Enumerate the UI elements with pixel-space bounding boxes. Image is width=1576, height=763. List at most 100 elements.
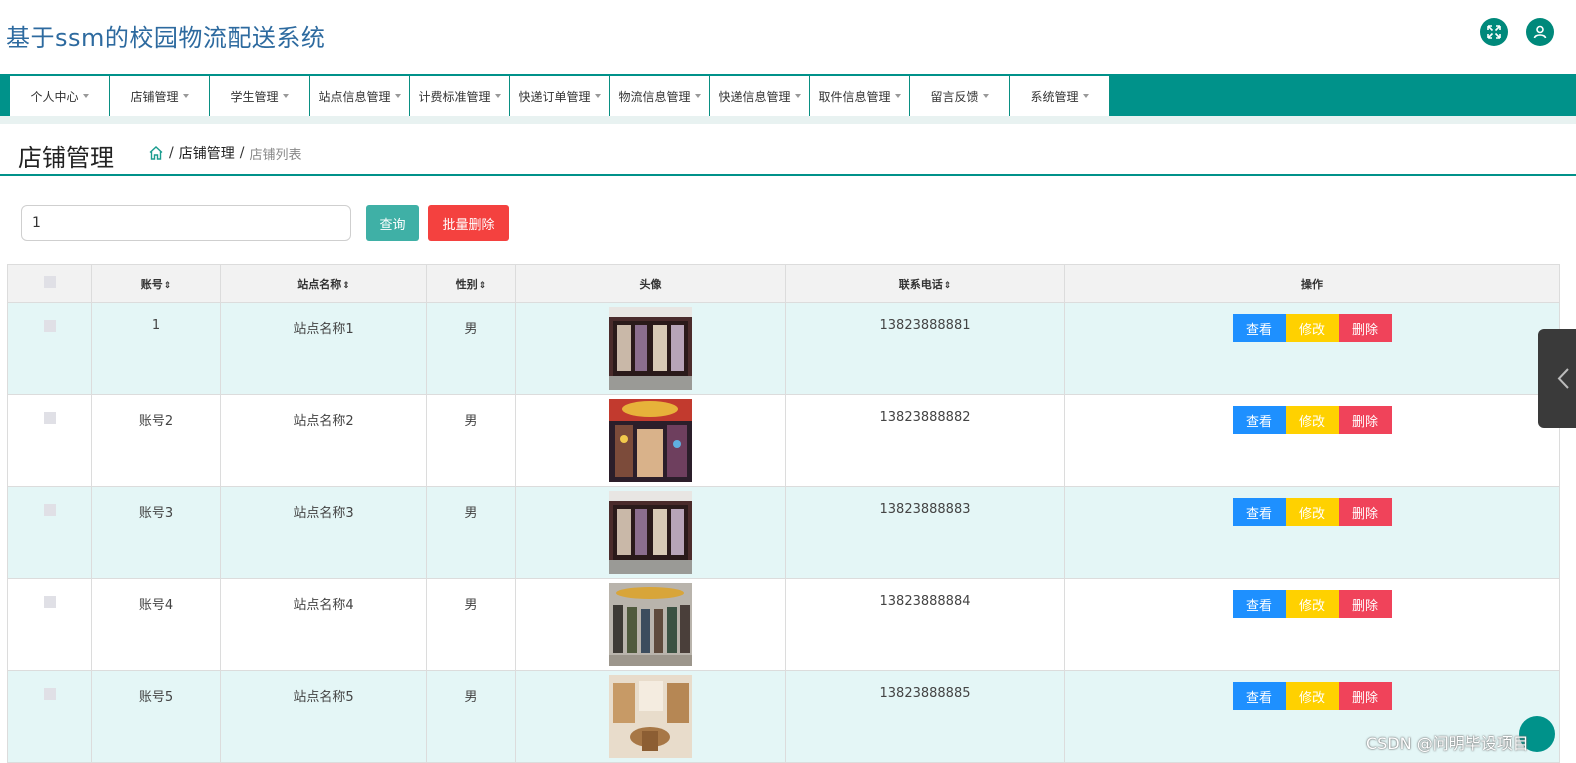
phone-cell: 13823888882 [879, 410, 971, 425]
nav-divider [0, 116, 1576, 124]
column-header-avatar: 头像 [515, 264, 786, 303]
edit-button[interactable]: 修改 [1285, 498, 1339, 526]
nav-item-personal-center[interactable]: 个人中心 [10, 76, 110, 116]
delete-button[interactable]: 删除 [1338, 498, 1392, 526]
row-actions: 查看 修改 删除 [1232, 406, 1392, 434]
account-cell: 账号3 [138, 506, 174, 521]
nav-item-station-info[interactable]: 站点信息管理 [310, 76, 410, 116]
delete-button[interactable]: 删除 [1338, 406, 1392, 434]
sort-icon: ⇕ [943, 280, 952, 291]
caret-down-icon [182, 94, 189, 98]
nav-item-pickup-info[interactable]: 取件信息管理 [810, 76, 910, 116]
edit-button[interactable]: 修改 [1285, 314, 1339, 342]
query-button[interactable]: 查询 [366, 205, 419, 241]
table-row: 账号5 站点名称5 男 13823888885 查看 修改 删除 [7, 670, 1560, 763]
row-checkbox[interactable] [43, 320, 56, 332]
expand-icon [1487, 25, 1501, 39]
nav-item-system-management[interactable]: 系统管理 [1010, 76, 1110, 116]
sort-icon: ⇕ [478, 280, 487, 291]
station-cell: 站点名称4 [293, 598, 354, 613]
shop-avatar-image [609, 583, 692, 666]
gender-cell: 男 [464, 322, 478, 337]
watermark-text: CSDN @问明毕设项目 [1366, 734, 1529, 753]
row-actions: 查看 修改 删除 [1232, 498, 1392, 526]
view-button[interactable]: 查看 [1232, 682, 1286, 710]
app-title: 基于ssm的校园物流配送系统 [6, 24, 326, 52]
delete-button[interactable]: 删除 [1338, 682, 1392, 710]
caret-down-icon [594, 94, 601, 98]
delete-button[interactable]: 删除 [1338, 590, 1392, 618]
column-header-account[interactable]: 账号⇕ [91, 264, 221, 303]
column-header-ops: 操作 [1064, 264, 1560, 303]
shop-avatar-image [609, 675, 692, 758]
nav-item-student-management[interactable]: 学生管理 [210, 76, 310, 116]
phone-cell: 13823888883 [879, 502, 971, 517]
caret-down-icon [82, 94, 89, 98]
station-cell: 站点名称2 [293, 414, 354, 429]
phone-cell: 13823888885 [879, 686, 971, 701]
nav-item-feedback[interactable]: 留言反馈 [910, 76, 1010, 116]
station-cell: 站点名称3 [293, 506, 354, 521]
caret-down-icon [494, 94, 501, 98]
nav-item-billing-standard[interactable]: 计费标准管理 [410, 76, 510, 116]
edit-button[interactable]: 修改 [1285, 406, 1339, 434]
user-menu-button[interactable] [1526, 18, 1554, 46]
row-checkbox[interactable] [43, 596, 56, 608]
nav-item-logistics-info[interactable]: 物流信息管理 [610, 76, 710, 116]
gender-cell: 男 [464, 414, 478, 429]
nav-item-shop-management[interactable]: 店铺管理 [110, 76, 210, 116]
column-header-station[interactable]: 站点名称⇕ [220, 264, 427, 303]
select-all-checkbox[interactable] [43, 276, 56, 288]
view-button[interactable]: 查看 [1232, 590, 1286, 618]
fullscreen-button[interactable] [1480, 18, 1508, 46]
select-all-header [7, 264, 92, 303]
account-cell: 账号2 [138, 414, 174, 429]
row-checkbox[interactable] [43, 504, 56, 516]
caret-down-icon [1082, 94, 1089, 98]
table-row: 1 站点名称1 男 13823888881 查看 修改 删除 [7, 302, 1560, 395]
breadcrumb-separator: / [169, 145, 174, 161]
edit-button[interactable]: 修改 [1285, 590, 1339, 618]
shop-avatar-image [609, 307, 692, 390]
column-header-gender[interactable]: 性别⇕ [426, 264, 516, 303]
home-icon[interactable] [148, 145, 164, 161]
nav-item-express-info[interactable]: 快递信息管理 [710, 76, 810, 116]
batch-delete-button[interactable]: 批量删除 [428, 205, 509, 241]
caret-down-icon [794, 94, 801, 98]
station-cell: 站点名称1 [293, 322, 354, 337]
sort-icon: ⇕ [342, 280, 350, 291]
view-button[interactable]: 查看 [1232, 406, 1286, 434]
row-checkbox[interactable] [43, 688, 56, 700]
page-title: 店铺管理 [18, 144, 114, 172]
row-actions: 查看 修改 删除 [1232, 314, 1392, 342]
table-row: 账号3 站点名称3 男 13823888883 查看 修改 删除 [7, 486, 1560, 579]
breadcrumb: / 店铺管理 / 店铺列表 [148, 143, 301, 163]
phone-cell: 13823888884 [879, 594, 971, 609]
row-checkbox[interactable] [43, 412, 56, 424]
table-header-row: 账号⇕ 站点名称⇕ 性别⇕ 头像 联系电话⇕ 操作 [7, 264, 1560, 303]
account-cell: 账号5 [138, 690, 174, 705]
top-header: 基于ssm的校园物流配送系统 [0, 0, 1576, 74]
delete-button[interactable]: 删除 [1338, 314, 1392, 342]
edit-button[interactable]: 修改 [1285, 682, 1339, 710]
breadcrumb-current: 店铺列表 [249, 147, 302, 163]
caret-down-icon [982, 94, 989, 98]
account-cell: 1 [151, 318, 161, 333]
nav-item-express-orders[interactable]: 快递订单管理 [510, 76, 610, 116]
column-header-phone[interactable]: 联系电话⇕ [785, 264, 1065, 303]
caret-down-icon [694, 94, 701, 98]
view-button[interactable]: 查看 [1232, 498, 1286, 526]
table-row: 账号4 站点名称4 男 13823888884 查看 修改 删除 [7, 578, 1560, 671]
table-row: 账号2 站点名称2 男 13823888882 查看 修改 删除 [7, 394, 1560, 487]
gender-cell: 男 [464, 506, 478, 521]
phone-cell: 13823888881 [879, 318, 971, 333]
row-actions: 查看 修改 删除 [1232, 682, 1392, 710]
shop-table: 账号⇕ 站点名称⇕ 性别⇕ 头像 联系电话⇕ 操作 1 站点名称1 男 1382… [7, 264, 1560, 763]
page-header: 店铺管理 / 店铺管理 / 店铺列表 [0, 124, 1576, 176]
view-button[interactable]: 查看 [1232, 314, 1286, 342]
caret-down-icon [282, 94, 289, 98]
side-panel-toggle[interactable] [1538, 329, 1576, 428]
search-input[interactable] [21, 205, 351, 241]
caret-down-icon [394, 94, 401, 98]
breadcrumb-level1[interactable]: 店铺管理 [179, 143, 235, 163]
